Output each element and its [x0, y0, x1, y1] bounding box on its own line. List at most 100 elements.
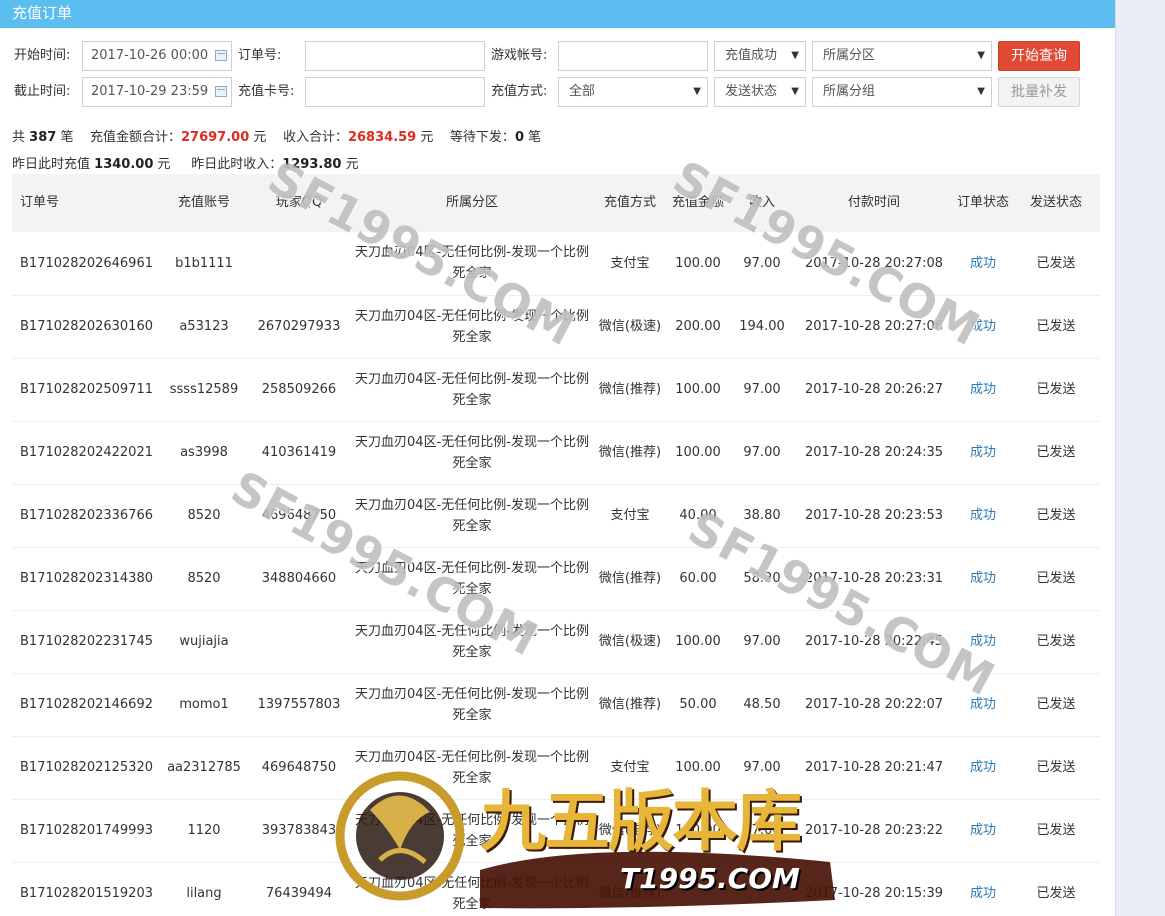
cell-method: 微信(推荐): [594, 358, 666, 422]
cell-amount: 100.00: [666, 610, 730, 674]
group-select[interactable]: 所属分组 ▼: [812, 77, 992, 107]
col-header-order-status: 订单状态: [954, 174, 1012, 232]
cell-account-text: 1120: [187, 823, 221, 838]
start-time-label: 开始时间:: [14, 48, 71, 63]
cell-account: 8520: [160, 547, 248, 611]
recharge-method-select[interactable]: 全部 ▼: [558, 77, 708, 107]
cell-order-status[interactable]: 成功: [954, 358, 1012, 422]
chevron-down-icon: ▼: [977, 50, 985, 61]
cell-order-status-text[interactable]: 成功: [970, 445, 996, 460]
cell-order-status[interactable]: 成功: [954, 232, 1012, 296]
cell-pay-time: 2017-10-28 20:23:53: [794, 484, 954, 548]
pending-count: 0: [514, 130, 524, 145]
cell-account: a53123: [160, 295, 248, 359]
cell-zone-text: 天刀血刃04区-无任何比例-发现一个比例死全家: [355, 434, 589, 471]
end-time-input[interactable]: 2017-10-29 23:59: [82, 77, 232, 107]
cell-method: 支付宝: [594, 484, 666, 548]
cell-account-text: 8520: [187, 571, 221, 586]
cell-order-status-text[interactable]: 成功: [970, 571, 996, 586]
cell-income: 97.00: [730, 610, 794, 674]
cell-order-status-text[interactable]: 成功: [970, 256, 996, 271]
batch-resend-button[interactable]: 批量补发: [998, 77, 1080, 107]
cell-order-number: B171028202314380: [12, 547, 160, 611]
cell-amount: 50.00: [666, 673, 730, 737]
cell-order-status-text[interactable]: 成功: [970, 382, 996, 397]
currency-unit: 元: [345, 157, 359, 172]
cell-order-number-text: B171028202630160: [20, 319, 153, 334]
cell-method-text: 微信(推荐): [598, 445, 662, 460]
cell-order-status[interactable]: 成功: [954, 421, 1012, 485]
cell-qq-text: 76439494: [265, 886, 333, 901]
cell-method: 微信(推荐): [594, 421, 666, 485]
logo-url-text: T1995.COM: [620, 862, 800, 895]
cell-order-status[interactable]: 成功: [954, 799, 1012, 863]
cell-send-status: 已发送: [1012, 862, 1100, 916]
cell-qq: 1397557803: [248, 673, 350, 737]
card-number-input[interactable]: [305, 77, 485, 107]
cell-order-status[interactable]: 成功: [954, 736, 1012, 800]
logo-text: 九五版本库: [480, 782, 802, 860]
cell-order-number: B171028201749993: [12, 799, 160, 863]
calendar-icon[interactable]: [215, 86, 227, 97]
cell-income-text: 97.00: [743, 634, 781, 649]
recharge-total-value: 27697.00: [181, 130, 250, 145]
send-status-select[interactable]: 发送状态 ▼: [714, 77, 806, 107]
cell-order-status[interactable]: 成功: [954, 547, 1012, 611]
calendar-icon[interactable]: [215, 50, 227, 61]
cell-account: wujiajia: [160, 610, 248, 674]
cell-order-number-text: B171028202231745: [20, 634, 153, 649]
game-account-input[interactable]: [558, 41, 708, 71]
cell-method-text: 微信(极速): [598, 634, 662, 649]
end-time-value: 2017-10-29 23:59: [91, 84, 209, 99]
cell-order-number: B171028202422021: [12, 421, 160, 485]
income-total-value: 26834.59: [347, 130, 417, 145]
cell-send-status-text: 已发送: [1036, 319, 1076, 334]
cell-order-status[interactable]: 成功: [954, 862, 1012, 916]
zone-select[interactable]: 所属分区 ▼: [812, 41, 992, 71]
cell-send-status-text: 已发送: [1036, 760, 1076, 775]
cell-qq-text: 393783843: [261, 823, 337, 838]
cell-pay-time-text: 2017-10-28 20:26:27: [804, 382, 944, 397]
cell-order-status-text[interactable]: 成功: [970, 823, 996, 838]
cell-order-number-text: B171028202125320: [20, 760, 153, 775]
cell-order-number-text: B171028201749993: [20, 823, 153, 838]
cell-order-number: B171028202630160: [12, 295, 160, 359]
group-select-value: 所属分组: [823, 84, 876, 99]
cell-account: b1b1111: [160, 232, 248, 296]
cell-send-status-text: 已发送: [1036, 508, 1076, 523]
search-button[interactable]: 开始查询: [998, 41, 1080, 71]
cell-income-text: 97.00: [743, 445, 781, 460]
cell-income-text: 97.00: [743, 382, 781, 397]
cell-order-status-text[interactable]: 成功: [970, 886, 996, 901]
cell-income: 97.00: [730, 421, 794, 485]
col-header-method: 充值方式: [594, 174, 666, 232]
order-number-label: 订单号:: [238, 48, 282, 63]
order-number-input[interactable]: [305, 41, 485, 71]
cell-account: momo1: [160, 673, 248, 737]
recharge-status-select[interactable]: 充值成功 ▼: [714, 41, 806, 71]
recharge-status-value: 充值成功: [725, 48, 778, 63]
cell-zone-text: 天刀血刃04区-无任何比例-发现一个比例死全家: [355, 371, 589, 408]
table-row: B171028202422021 as3998 410361419 天刀血刃04区-无…: [12, 421, 1100, 485]
total-prefix: 共: [12, 130, 26, 145]
cell-account: ssss12589: [160, 358, 248, 422]
cell-order-number-text: B171028202314380: [20, 571, 153, 586]
chevron-down-icon: ▼: [693, 86, 701, 97]
cell-order-number-text: B171028201519203: [20, 886, 153, 901]
cell-order-status-text[interactable]: 成功: [970, 508, 996, 523]
cell-account: lilang: [160, 862, 248, 916]
cell-qq-text: 469648750: [261, 760, 337, 775]
start-time-input[interactable]: 2017-10-26 00:00: [82, 41, 232, 71]
total-count: 387: [29, 130, 57, 145]
cell-method: 微信(推荐): [594, 547, 666, 611]
cell-order-status-text[interactable]: 成功: [970, 760, 996, 775]
cell-send-status-text: 已发送: [1036, 823, 1076, 838]
recharge-method-value: 全部: [569, 84, 596, 99]
total-suffix: 笔: [60, 130, 74, 145]
cell-pay-time-text: 2017-10-28 20:23:53: [804, 508, 944, 523]
cell-order-number: B171028202231745: [12, 610, 160, 674]
pending-suffix: 笔: [528, 130, 542, 145]
cell-order-status[interactable]: 成功: [954, 484, 1012, 548]
cell-send-status: 已发送: [1012, 736, 1100, 800]
cell-account-text: wujiajia: [179, 634, 229, 649]
